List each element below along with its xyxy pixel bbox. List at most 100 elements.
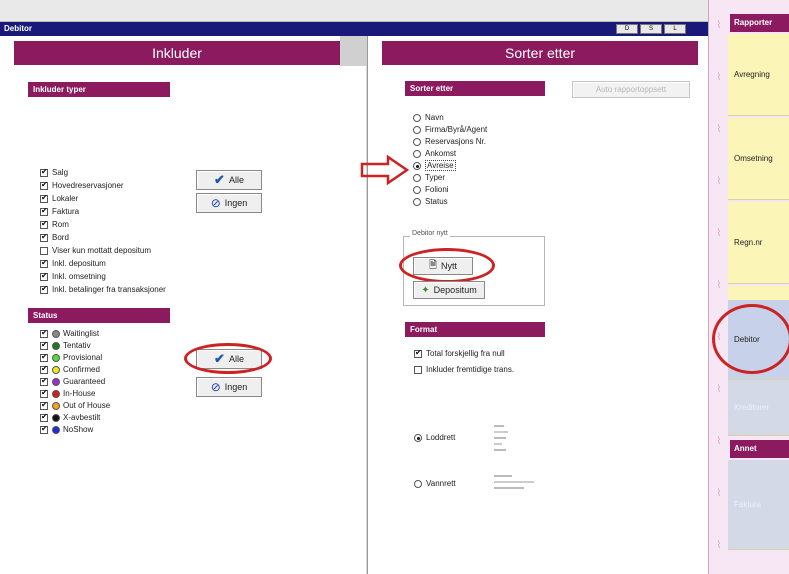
window-title: Debitor (4, 24, 32, 33)
status-row-waitinglist[interactable]: Waitinglist (40, 328, 99, 339)
status-color-dot (52, 389, 60, 398)
checkbox[interactable] (40, 167, 48, 177)
radio-button[interactable] (414, 479, 422, 488)
money-icon: ✦ (421, 284, 430, 296)
titlebar-buttons: D S L (616, 24, 686, 34)
nav-item-kreditorer[interactable]: Kreditorer (728, 380, 789, 436)
titlebar-button-s[interactable]: S (640, 24, 662, 34)
orientation-portrait[interactable]: Loddrett (414, 432, 455, 443)
nav-item-debitor[interactable]: Debitor (728, 300, 789, 380)
radio-button[interactable] (413, 197, 421, 206)
top-toolbar-strip (0, 0, 708, 22)
titlebar-button-d[interactable]: D (616, 24, 638, 34)
status-all-button[interactable]: ✔ Alle (196, 349, 262, 369)
type-row-inkl-betalinger[interactable]: Inkl. betalinger fra transaksjoner (40, 284, 166, 295)
checkbox[interactable] (40, 352, 48, 362)
status-color-dot (52, 365, 60, 374)
sort-option-folioni[interactable]: Folioni (413, 184, 449, 195)
status-color-dot (52, 401, 60, 410)
sort-option-reservasjons-nr[interactable]: Reservasjons Nr. (413, 136, 486, 147)
deposit-button[interactable]: ✦ Depositum (413, 281, 485, 299)
checkbox[interactable] (40, 400, 48, 410)
sort-option-ankomst[interactable]: Ankomst (413, 148, 456, 159)
radio-button[interactable] (414, 433, 422, 442)
reports-nav-header: Rapporter (730, 14, 789, 32)
type-row-inkl-omsetning[interactable]: Inkl. omsetning (40, 271, 106, 282)
sort-option-typer[interactable]: Typer (413, 172, 445, 183)
checkbox[interactable] (40, 424, 48, 434)
nav-item-omsetning[interactable]: Omsetning (728, 118, 789, 200)
type-row-faktura[interactable]: Faktura (40, 206, 79, 217)
decorative-border: ⌇ ⌇ ⌇ ⌇ ⌇ ⌇ ⌇ ⌇ ⌇ ⌇ ⌇ (716, 20, 722, 551)
radio-button[interactable] (413, 161, 421, 170)
radio-button[interactable] (413, 149, 421, 158)
checkbox[interactable] (40, 193, 48, 203)
status-color-dot (52, 341, 60, 350)
radio-button[interactable] (413, 137, 421, 146)
checkbox[interactable] (40, 246, 48, 255)
status-row-confirmed[interactable]: Confirmed (40, 364, 100, 375)
types-all-button[interactable]: ✔ Alle (196, 170, 262, 190)
sort-option-navn[interactable]: Navn (413, 112, 444, 123)
format-option-total-nonzero[interactable]: Total forskjellig fra null (414, 348, 505, 359)
type-row-salg[interactable]: Salg (40, 167, 68, 178)
status-label: Status (28, 308, 170, 323)
checkbox[interactable] (40, 412, 48, 422)
checkbox[interactable] (414, 348, 422, 358)
status-color-dot (52, 413, 60, 422)
radio-button[interactable] (413, 125, 421, 134)
portrait-preview-icon (494, 425, 508, 451)
sort-option-avreise[interactable]: Avreise (413, 160, 456, 171)
status-color-dot (52, 377, 60, 386)
sort-option-firma[interactable]: Firma/Byrå/Agent (413, 124, 487, 135)
checkbox[interactable] (40, 258, 48, 268)
orientation-landscape[interactable]: Vannrett (414, 478, 456, 489)
titlebar-button-l[interactable]: L (664, 24, 686, 34)
include-types-label: Inkluder typer (28, 82, 170, 97)
sort-by-label: Sorter etter (405, 81, 545, 96)
format-label: Format (405, 322, 545, 337)
auto-report-setup-button[interactable]: Auto rapportoppsett (572, 81, 690, 98)
nav-item-faktura[interactable]: Faktura (728, 460, 789, 550)
status-row-out-of-house[interactable]: Out of House (40, 400, 110, 411)
radio-button[interactable] (413, 113, 421, 122)
status-row-tentativ[interactable]: Tentativ (40, 340, 91, 351)
type-row-lokaler[interactable]: Lokaler (40, 193, 78, 204)
type-row-hovedreservasjoner[interactable]: Hovedreservasjoner (40, 180, 124, 191)
checkbox[interactable] (40, 376, 48, 386)
type-row-rom[interactable]: Rom (40, 219, 69, 230)
checkbox[interactable] (40, 284, 48, 294)
status-none-button[interactable]: ⊘ Ingen (196, 377, 262, 397)
status-row-guaranteed[interactable]: Guaranteed (40, 376, 105, 387)
checkbox[interactable] (40, 340, 48, 350)
type-row-bord[interactable]: Bord (40, 232, 69, 243)
nav-item-regn-nr[interactable]: Regn.nr (728, 202, 789, 284)
type-row-kun-mottatt-depositum[interactable]: Viser kun mottatt depositum (40, 245, 151, 256)
sort-option-status[interactable]: Status (413, 196, 448, 207)
status-row-x-avbestilt[interactable]: X-avbestilt (40, 412, 100, 423)
checkbox[interactable] (414, 365, 422, 374)
checkbox[interactable] (40, 180, 48, 190)
radio-button[interactable] (413, 173, 421, 182)
checkbox[interactable] (40, 271, 48, 281)
checkbox[interactable] (40, 388, 48, 398)
status-row-provisional[interactable]: Provisional (40, 352, 102, 363)
other-nav-header: Annet (730, 440, 789, 458)
include-panel (0, 36, 366, 574)
checkbox[interactable] (40, 232, 48, 242)
sort-header: Sorter etter (382, 41, 698, 65)
nav-item-avregning[interactable]: Avregning (728, 34, 789, 116)
checkbox[interactable] (40, 328, 48, 338)
status-color-dot (52, 425, 60, 434)
status-row-noshow[interactable]: NoShow (40, 424, 93, 435)
status-row-in-house[interactable]: In-House (40, 388, 95, 399)
checkbox[interactable] (40, 206, 48, 216)
checkbox[interactable] (40, 219, 48, 229)
checkbox[interactable] (40, 364, 48, 374)
new-debitor-button[interactable]: 🗎 Nytt (413, 257, 473, 275)
window-titlebar: Debitor D S L (0, 22, 708, 36)
format-option-future-trans[interactable]: Inkluder fremtidige trans. (414, 364, 514, 375)
radio-button[interactable] (413, 185, 421, 194)
types-none-button[interactable]: ⊘ Ingen (196, 193, 262, 213)
type-row-inkl-depositum[interactable]: Inkl. depositum (40, 258, 106, 269)
